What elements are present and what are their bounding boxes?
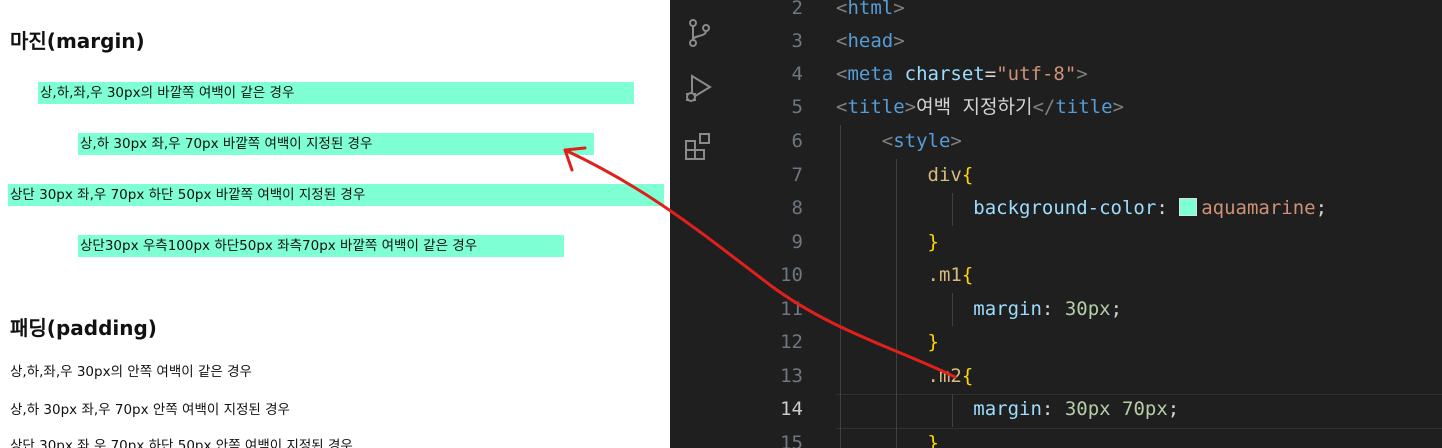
run-debug-icon[interactable] [682, 72, 716, 106]
code-line-4: <meta charset="utf-8"> [836, 63, 1088, 85]
code-line-7: div{ [927, 164, 974, 186]
code-line-5: <title>여백 지정하기</title> [836, 96, 1124, 118]
code-line-6: <style> [881, 130, 962, 152]
margin-box-2: 상,하 30px 좌,우 70px 바깥쪽 여백이 지정된 경우 [78, 133, 594, 155]
line-number: 7 [791, 164, 803, 186]
line-number-gutter: 2 3 4 5 6 7 8 9 10 11 12 13 14 15 [728, 0, 828, 448]
code-line-13: .m2{ [927, 365, 974, 387]
padding-item-3: 상단 30px 좌,우 70px 하단 50px 안쪽 여백이 지정된 경우 [10, 438, 353, 448]
code-line-10: .m1{ [927, 264, 974, 286]
code-line-9: } [927, 231, 939, 253]
line-number-active: 14 [780, 398, 803, 420]
code-line-8: background-color: aquamarine; [973, 197, 1328, 219]
line-number: 13 [780, 365, 803, 387]
color-swatch-icon[interactable] [1179, 198, 1198, 216]
line-number: 5 [791, 96, 803, 118]
line-number: 10 [780, 264, 803, 286]
line-number: 15 [780, 432, 803, 448]
code-line-14: margin: 30px 70px; [973, 398, 1180, 420]
line-number: 8 [791, 197, 803, 219]
line-number: 3 [791, 30, 803, 52]
line-number: 6 [791, 130, 803, 152]
line-number: 4 [791, 63, 803, 85]
code-line-3: <head> [836, 30, 905, 52]
code-line-2: <html> [836, 0, 905, 19]
padding-item-1: 상,하,좌,우 30px의 안쪽 여백이 같은 경우 [10, 364, 252, 380]
line-number: 12 [780, 331, 803, 353]
code-area[interactable]: <html> <head> <meta charset="utf-8"> <ti… [836, 0, 1442, 448]
code-editor: 2 3 4 5 6 7 8 9 10 11 12 13 14 15 <html>… [670, 0, 1442, 448]
source-control-icon[interactable] [682, 16, 716, 50]
margin-heading: 마진(margin) [10, 29, 145, 53]
padding-item-2: 상,하 30px 좌,우 70px 안쪽 여백이 지정된 경우 [10, 402, 290, 418]
line-number: 11 [780, 298, 803, 320]
code-line-12: } [927, 331, 939, 353]
browser-viewport: 마진(margin) 상,하,좌,우 30px의 바깥쪽 여백이 같은 경우 상… [0, 0, 670, 448]
line-number: 9 [791, 231, 803, 253]
padding-heading: 패딩(padding) [10, 316, 157, 340]
code-line-11: margin: 30px; [973, 298, 1123, 320]
code-line-15: } [927, 432, 939, 448]
line-number: 2 [791, 0, 803, 19]
activity-bar [670, 0, 729, 448]
margin-box-4: 상단30px 우측100px 하단50px 좌측70px 바깥쪽 여백이 같은 … [78, 235, 564, 257]
extensions-icon[interactable] [682, 130, 716, 164]
margin-box-1: 상,하,좌,우 30px의 바깥쪽 여백이 같은 경우 [38, 82, 634, 104]
margin-box-3: 상단 30px 좌,우 70px 하단 50px 바깥쪽 여백이 지정된 경우 [8, 184, 664, 206]
